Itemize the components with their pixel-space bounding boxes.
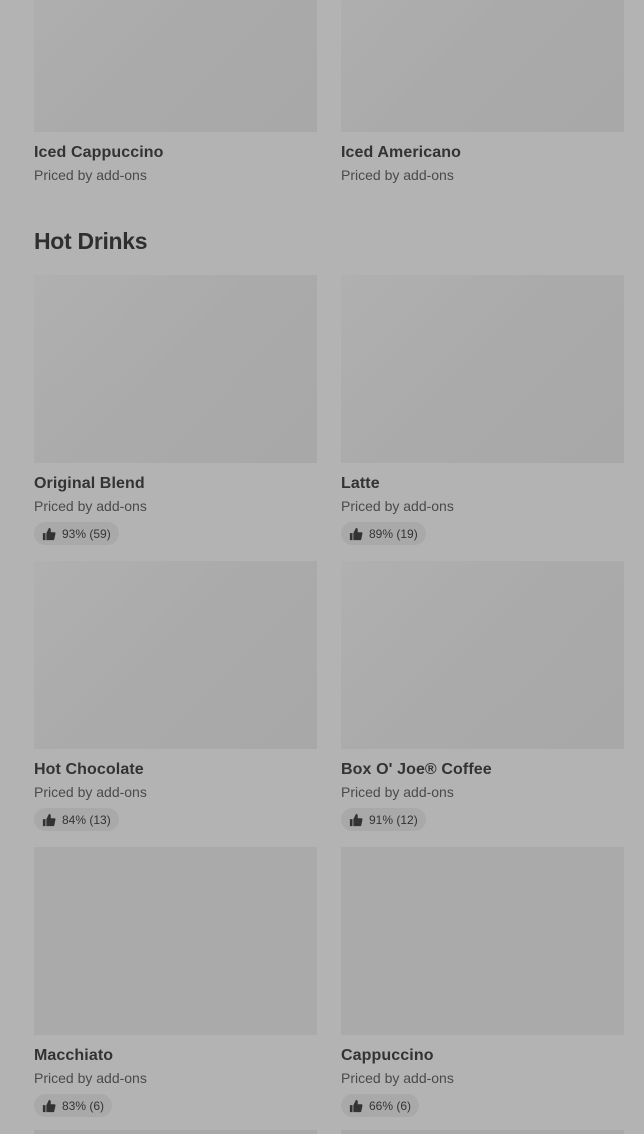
rating-badge: 83% (6): [34, 1094, 113, 1117]
item-name: Original Blend: [34, 475, 145, 492]
menu-item-card[interactable]: Original Blend Priced by add-ons 93% (59…: [34, 275, 317, 546]
menu-item-card[interactable]: Hot Chocolate Priced by add-ons 84% (13): [34, 561, 317, 832]
next-item-image[interactable]: [34, 1130, 317, 1134]
item-name: Iced Americano: [341, 144, 461, 161]
item-price: Priced by add-ons: [34, 167, 147, 183]
menu-item-card[interactable]: Latte Priced by add-ons 89% (19): [341, 275, 624, 546]
thumbs-up-icon: [349, 1099, 363, 1112]
item-price: Priced by add-ons: [341, 498, 454, 514]
next-item-image[interactable]: [341, 1130, 624, 1134]
item-price: Priced by add-ons: [341, 784, 454, 800]
item-image[interactable]: [341, 561, 624, 749]
rating-badge: 84% (13): [34, 808, 119, 831]
thumbs-up-icon: [349, 813, 363, 826]
item-name: Macchiato: [34, 1047, 114, 1064]
item-price: Priced by add-ons: [341, 167, 454, 183]
rating-badge: 91% (12): [341, 808, 426, 831]
thumbs-up-icon: [42, 813, 56, 826]
item-price: Priced by add-ons: [34, 784, 147, 800]
item-image[interactable]: [34, 275, 317, 463]
rating-text: 89% (19): [369, 526, 418, 541]
menu-item-card[interactable]: Iced Americano Priced by add-ons: [341, 0, 624, 184]
item-image[interactable]: [341, 847, 624, 1035]
menu-page: Iced Cappuccino Priced by add-ons Iced A…: [0, 0, 644, 1134]
item-image[interactable]: [341, 275, 624, 463]
menu-item-card[interactable]: Iced Cappuccino Priced by add-ons: [34, 0, 317, 184]
item-price: Priced by add-ons: [34, 498, 147, 514]
menu-item-card[interactable]: Cappuccino Priced by add-ons 66% (6): [341, 847, 624, 1118]
rating-badge: 89% (19): [341, 522, 426, 545]
section-title: Hot Drinks: [34, 228, 148, 254]
menu-item-card[interactable]: Box O' Joe® Coffee Priced by add-ons 91%…: [341, 561, 624, 832]
rating-text: 91% (12): [369, 812, 418, 827]
item-image[interactable]: [34, 0, 317, 132]
menu-item-card[interactable]: Macchiato Priced by add-ons 83% (6): [34, 847, 317, 1118]
thumbs-up-icon: [349, 527, 363, 540]
rating-text: 84% (13): [62, 812, 111, 827]
rating-badge: 93% (59): [34, 522, 119, 545]
rating-text: 83% (6): [62, 1098, 105, 1113]
thumbs-up-icon: [42, 1099, 56, 1112]
item-image[interactable]: [34, 561, 317, 749]
item-name: Latte: [341, 475, 380, 492]
thumbs-up-icon: [42, 527, 56, 540]
item-price: Priced by add-ons: [341, 1070, 454, 1086]
item-name: Box O' Joe® Coffee: [341, 761, 492, 778]
item-image[interactable]: [341, 0, 624, 132]
item-name: Hot Chocolate: [34, 761, 144, 778]
item-name: Iced Cappuccino: [34, 144, 164, 161]
item-name: Cappuccino: [341, 1047, 434, 1064]
rating-text: 66% (6): [369, 1098, 412, 1113]
item-price: Priced by add-ons: [34, 1070, 147, 1086]
rating-badge: 66% (6): [341, 1094, 420, 1117]
item-image[interactable]: [34, 847, 317, 1035]
rating-text: 93% (59): [62, 526, 111, 541]
